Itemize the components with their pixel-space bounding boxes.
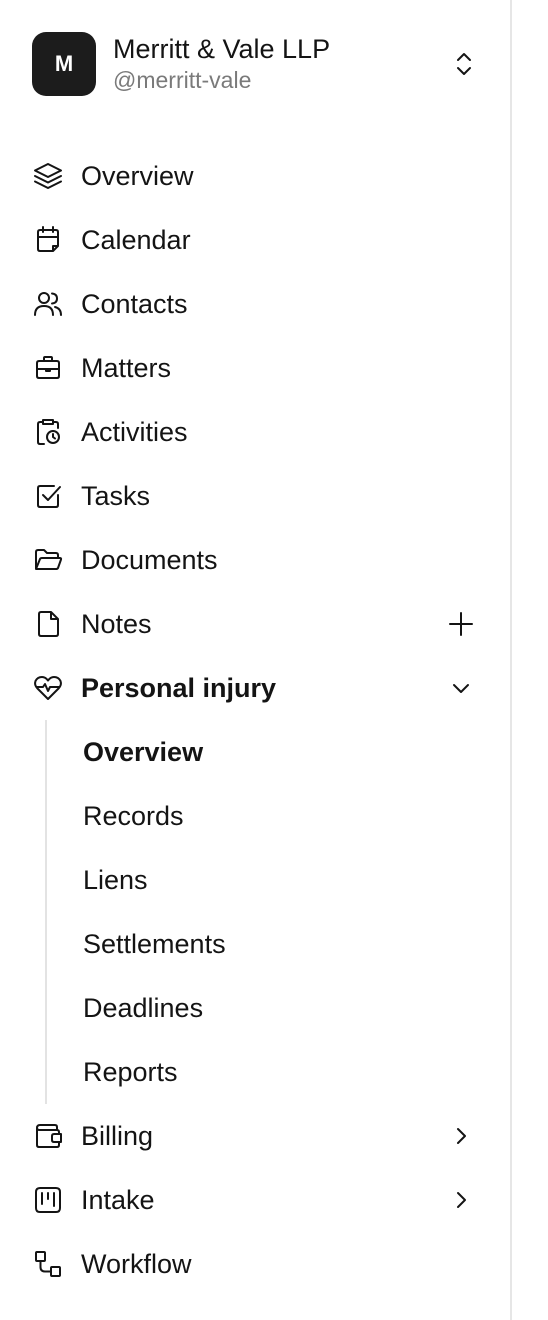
layers-icon	[32, 160, 64, 192]
nav-item-calendar[interactable]: Calendar	[0, 208, 512, 272]
workspace-info: Merritt & Vale LLP @merritt-vale	[113, 33, 330, 95]
subnav-item-label: Overview	[83, 737, 204, 767]
subnav-item-overview[interactable]: Overview	[0, 720, 512, 784]
users-icon	[32, 288, 64, 320]
nav-group-label: Personal injury	[81, 673, 277, 703]
nav-item-label: Activities	[81, 417, 188, 447]
nav-item-notes[interactable]: Notes	[0, 592, 512, 656]
workspace-handle: @merritt-vale	[113, 67, 252, 93]
chevron-down-icon[interactable]	[445, 672, 477, 704]
nav-item-contacts[interactable]: Contacts	[0, 272, 512, 336]
nav-item-label: Notes	[81, 609, 152, 639]
nav-item-label: Matters	[81, 353, 172, 383]
nav-item-tasks[interactable]: Tasks	[0, 464, 512, 528]
sidebar: M Merritt & Vale LLP @merritt-vale Overv…	[0, 0, 512, 1320]
nav-item-label: Calendar	[81, 225, 191, 255]
nav-item-label: Overview	[81, 161, 194, 191]
chevron-right-icon[interactable]	[445, 1120, 477, 1152]
subnav-item-label: Liens	[83, 865, 148, 895]
chevrons-up-down-icon[interactable]	[448, 48, 480, 80]
nav-item-overview[interactable]: Overview	[0, 144, 512, 208]
briefcase-icon	[32, 352, 64, 384]
personal-injury-submenu: Overview Records Liens Settlements Deadl…	[0, 720, 512, 1104]
nav-item-label: Contacts	[81, 289, 188, 319]
nav-group-personal-injury[interactable]: Personal injury	[0, 656, 512, 720]
plus-icon[interactable]	[445, 608, 477, 640]
wallet-icon	[32, 1120, 64, 1152]
subnav-item-records[interactable]: Records	[0, 784, 512, 848]
note-icon	[32, 608, 64, 640]
subnav-item-label: Reports	[83, 1057, 178, 1087]
heart-pulse-icon	[32, 672, 64, 704]
nav-item-workflow[interactable]: Workflow	[0, 1232, 512, 1296]
nav-item-billing[interactable]: Billing	[0, 1104, 512, 1168]
nav-item-label: Workflow	[81, 1249, 192, 1279]
main-nav: Overview Calendar Contacts Matters Activ	[0, 144, 512, 1296]
subnav-item-reports[interactable]: Reports	[0, 1040, 512, 1104]
kanban-icon	[32, 1184, 64, 1216]
nav-item-label: Tasks	[81, 481, 151, 511]
subnav-item-label: Records	[83, 801, 184, 831]
subnav-item-deadlines[interactable]: Deadlines	[0, 976, 512, 1040]
calendar-icon	[32, 224, 64, 256]
nav-item-activities[interactable]: Activities	[0, 400, 512, 464]
clipboard-clock-icon	[32, 416, 64, 448]
workspace-initial: M	[54, 51, 74, 76]
checkbox-icon	[32, 480, 64, 512]
folder-open-icon	[32, 544, 64, 576]
nav-item-intake[interactable]: Intake	[0, 1168, 512, 1232]
subnav-item-liens[interactable]: Liens	[0, 848, 512, 912]
nav-item-label: Documents	[81, 545, 218, 575]
subnav-item-settlements[interactable]: Settlements	[0, 912, 512, 976]
nav-item-matters[interactable]: Matters	[0, 336, 512, 400]
nav-item-label: Intake	[81, 1185, 155, 1215]
nav-item-label: Billing	[81, 1121, 154, 1151]
nav-item-documents[interactable]: Documents	[0, 528, 512, 592]
subnav-item-label: Settlements	[83, 929, 226, 959]
workspace-name: Merritt & Vale LLP	[113, 34, 331, 64]
workspace-avatar: M	[32, 32, 96, 96]
workflow-icon	[32, 1248, 64, 1280]
workspace-switcher[interactable]: M Merritt & Vale LLP @merritt-vale	[32, 32, 480, 96]
submenu-rail	[45, 720, 47, 1104]
subnav-item-label: Deadlines	[83, 993, 204, 1023]
chevron-right-icon[interactable]	[445, 1184, 477, 1216]
